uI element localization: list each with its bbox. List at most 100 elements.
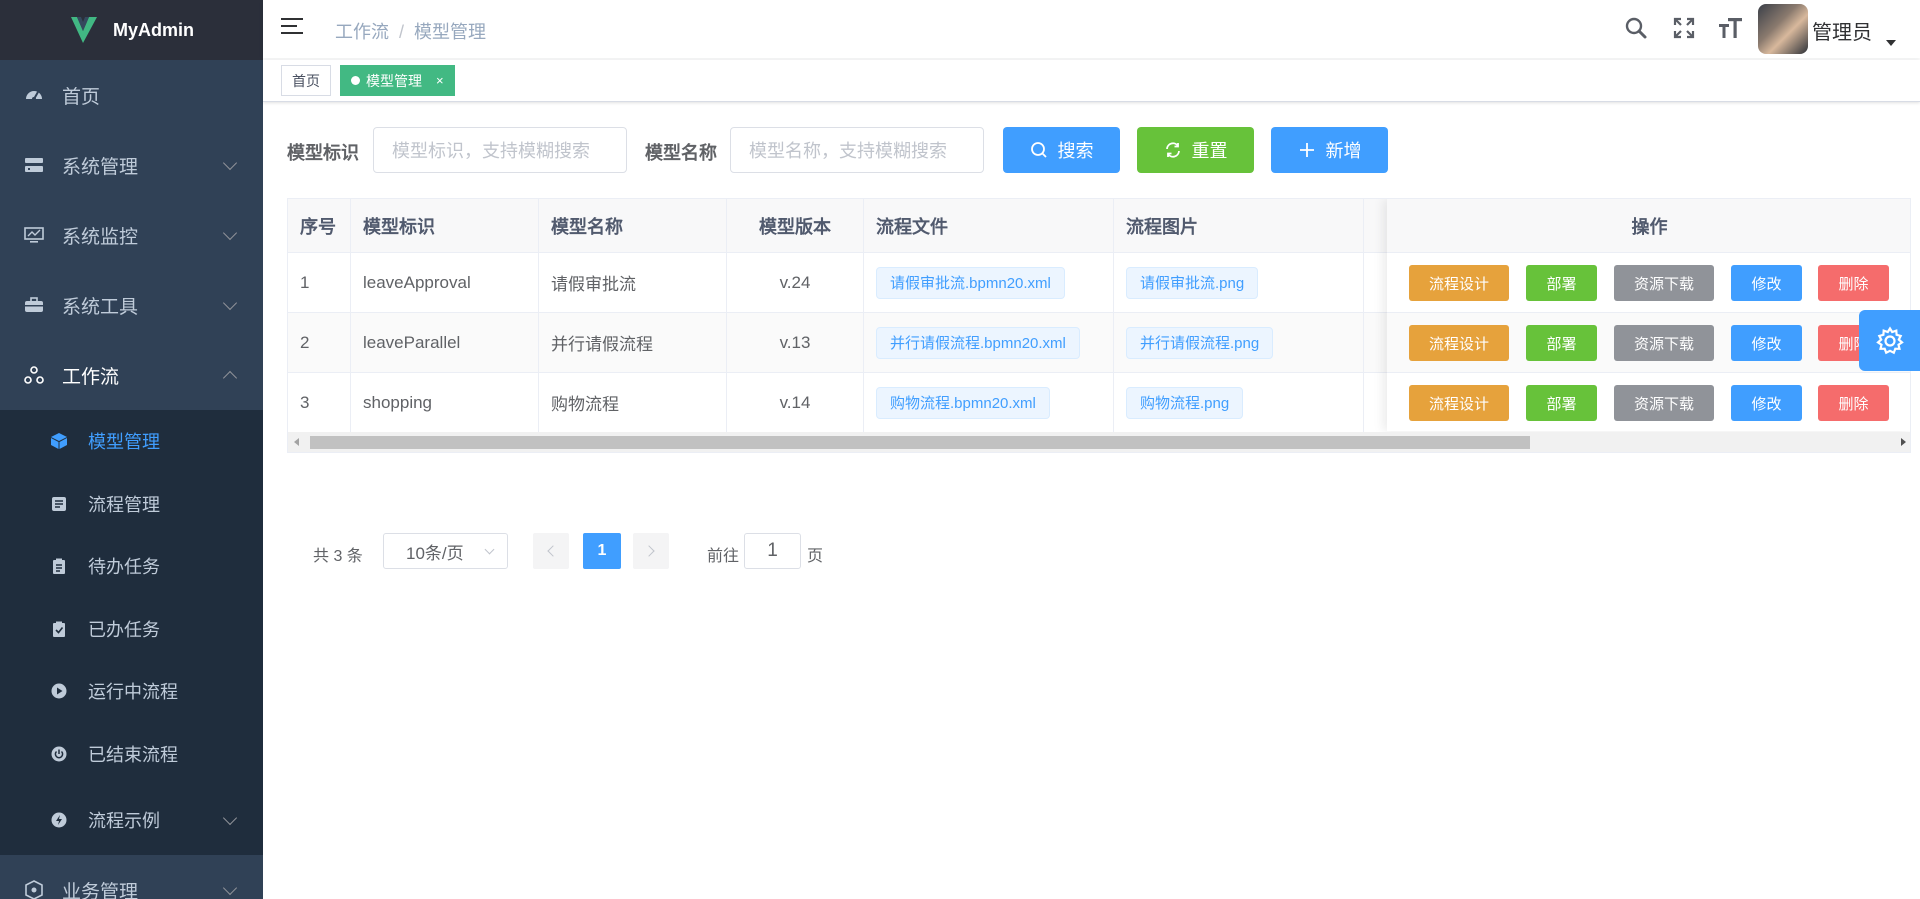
sidebar-item-label: 已办任务	[88, 619, 160, 640]
chevron-down-icon	[222, 880, 238, 896]
cell-name: 并行请假流程	[539, 313, 727, 372]
delete-button[interactable]: 删除	[1818, 385, 1889, 421]
plus-icon	[1298, 141, 1316, 159]
cell-key: shopping	[351, 373, 539, 432]
sidebar-item-done-tasks[interactable]: 已办任务	[0, 598, 263, 661]
model-key-input[interactable]: 模型标识，支持模糊搜索	[373, 127, 627, 173]
sidebar-item-label: 系统监控	[62, 226, 139, 248]
actions-column: 操作 流程设计 部署 资源下载 修改 删除 流程设计 部署 资源下载 修改 删除…	[1387, 199, 1910, 433]
edit-button[interactable]: 修改	[1731, 385, 1802, 421]
col-header-index: 序号	[288, 199, 351, 252]
sidebar-item-home[interactable]: 首页	[0, 60, 263, 130]
chevron-down-icon	[222, 155, 238, 171]
clipboard-icon	[50, 557, 68, 575]
scrollbar-thumb[interactable]	[310, 436, 1530, 449]
download-button[interactable]: 资源下载	[1614, 385, 1714, 421]
deploy-button[interactable]: 部署	[1526, 385, 1597, 421]
sidebar-item-business[interactable]: 业务管理	[0, 855, 263, 899]
cell-name: 请假审批流	[539, 253, 727, 312]
actions-row: 流程设计 部署 资源下载 修改 删除	[1387, 253, 1910, 313]
sidebar-item-process-example[interactable]: 流程示例	[0, 785, 263, 855]
design-button[interactable]: 流程设计	[1409, 265, 1509, 301]
model-name-input[interactable]: 模型名称，支持模糊搜索	[730, 127, 984, 173]
breadcrumb-item[interactable]: 工作流	[335, 22, 389, 42]
sidebar-item-system[interactable]: 系统管理	[0, 130, 263, 200]
username[interactable]: 管理员	[1812, 16, 1872, 45]
horizontal-scrollbar[interactable]	[288, 432, 1910, 452]
hamburger-icon[interactable]	[281, 18, 303, 38]
page-size-select[interactable]: 10条/页	[383, 533, 508, 569]
tool-icon	[24, 295, 44, 315]
sidebar-item-monitor[interactable]: 系统监控	[0, 200, 263, 270]
cube-icon	[50, 432, 68, 450]
breadcrumb-current: 模型管理	[414, 22, 487, 42]
add-button-label: 新增	[1325, 141, 1362, 161]
scroll-right-icon[interactable]	[1901, 438, 1906, 446]
sidebar-item-workflow[interactable]: 工作流	[0, 340, 263, 410]
sidebar-item-model-management[interactable]: 模型管理	[0, 410, 263, 473]
edit-button[interactable]: 修改	[1731, 325, 1802, 361]
download-button[interactable]: 资源下载	[1614, 265, 1714, 301]
cell-image: 购物流程.png	[1114, 373, 1364, 432]
tag-home[interactable]: 首页	[281, 65, 331, 96]
logo[interactable]: MyAdmin	[0, 0, 263, 60]
model-table: 序号 模型标识 模型名称 模型版本 流程文件 流程图片 1 leaveAppro…	[287, 198, 1911, 453]
download-button[interactable]: 资源下载	[1614, 325, 1714, 361]
edit-button[interactable]: 修改	[1731, 265, 1802, 301]
tag-label: 首页	[292, 72, 320, 89]
delete-button[interactable]: 删除	[1818, 265, 1889, 301]
sidebar-item-label: 运行中流程	[88, 682, 178, 703]
play-icon	[50, 682, 68, 700]
tag-model-management[interactable]: 模型管理 ×	[340, 65, 455, 96]
system-icon	[24, 155, 44, 175]
sidebar-item-ended-process[interactable]: 已结束流程	[0, 723, 263, 786]
chevron-down-icon	[222, 295, 238, 311]
sidebar-item-label: 业务管理	[62, 881, 139, 899]
caret-down-icon[interactable]	[1886, 40, 1896, 46]
image-link[interactable]: 并行请假流程.png	[1126, 326, 1274, 359]
reset-button-label: 重置	[1191, 141, 1228, 161]
sidebar-item-todo-tasks[interactable]: 待办任务	[0, 535, 263, 598]
goto-page-input[interactable]: 1	[744, 533, 801, 569]
search-icon[interactable]	[1622, 14, 1650, 42]
top-navbar: 工作流 / 模型管理 管理员	[263, 0, 1920, 58]
sidebar: MyAdmin 首页 系统管理 系统监控 系统工具 工作流 模型管理 流程管理 …	[0, 0, 263, 899]
cell-version: v.24	[727, 253, 864, 312]
design-button[interactable]: 流程设计	[1409, 385, 1509, 421]
sidebar-item-running-process[interactable]: 运行中流程	[0, 660, 263, 723]
close-icon[interactable]: ×	[436, 73, 444, 88]
file-link[interactable]: 请假审批流.bpmn20.xml	[876, 266, 1065, 299]
cell-image: 请假审批流.png	[1114, 253, 1364, 312]
image-link[interactable]: 购物流程.png	[1126, 386, 1244, 419]
fullscreen-icon[interactable]	[1670, 14, 1698, 42]
add-button[interactable]: 新增	[1271, 127, 1388, 173]
page-number-active[interactable]: 1	[583, 533, 621, 569]
image-link[interactable]: 请假审批流.png	[1126, 266, 1259, 299]
cell-index: 3	[288, 373, 351, 432]
sidebar-item-process-management[interactable]: 流程管理	[0, 473, 263, 536]
business-icon	[24, 880, 44, 899]
prev-page-button[interactable]	[533, 533, 569, 569]
total-count: 共 3 条	[313, 548, 363, 565]
font-size-icon[interactable]	[1717, 14, 1745, 42]
design-button[interactable]: 流程设计	[1409, 325, 1509, 361]
file-link[interactable]: 购物流程.bpmn20.xml	[876, 386, 1050, 419]
sidebar-item-label: 流程示例	[88, 811, 160, 831]
search-button-label: 搜索	[1057, 141, 1094, 161]
sidebar-item-label: 模型管理	[88, 432, 160, 453]
cell-version: v.14	[727, 373, 864, 432]
dashboard-icon	[24, 85, 44, 105]
settings-button[interactable]	[1859, 310, 1920, 371]
avatar[interactable]	[1758, 4, 1808, 54]
reset-button[interactable]: 重置	[1137, 127, 1254, 173]
tags-view: 首页 模型管理 ×	[263, 60, 1920, 102]
next-page-button[interactable]	[633, 533, 669, 569]
monitor-icon	[24, 225, 44, 245]
deploy-button[interactable]: 部署	[1526, 325, 1597, 361]
search-button[interactable]: 搜索	[1003, 127, 1120, 173]
file-link[interactable]: 并行请假流程.bpmn20.xml	[876, 326, 1080, 359]
col-header-version: 模型版本	[727, 199, 864, 252]
sidebar-item-tools[interactable]: 系统工具	[0, 270, 263, 340]
scroll-left-icon[interactable]	[294, 438, 299, 446]
deploy-button[interactable]: 部署	[1526, 265, 1597, 301]
